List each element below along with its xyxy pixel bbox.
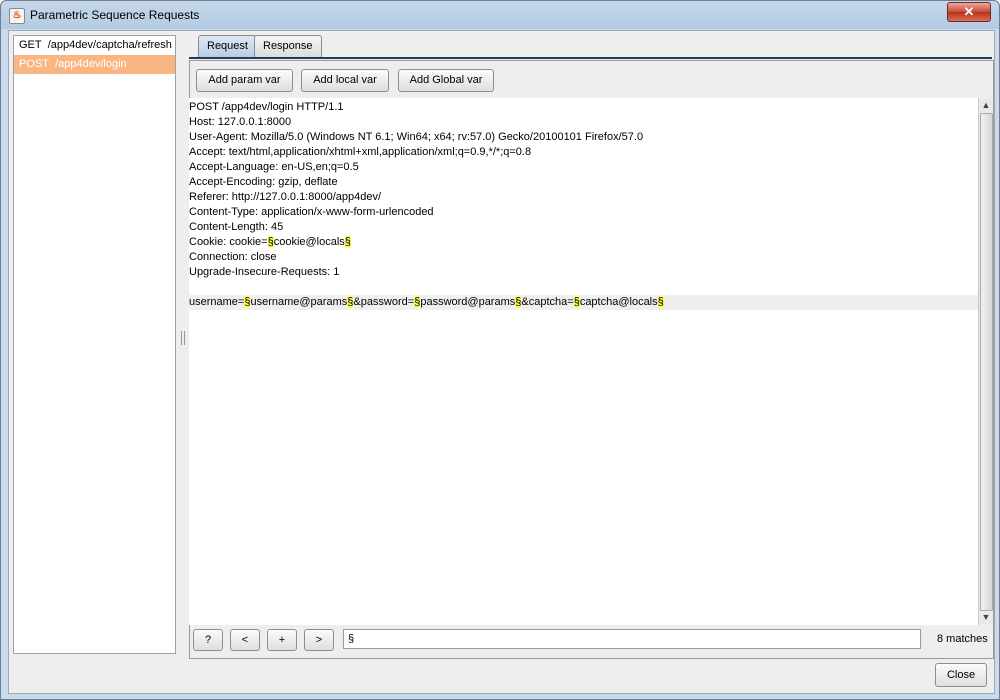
- search-add-button[interactable]: +: [267, 629, 297, 651]
- request-line: Referer: http://127.0.0.1:8000/app4dev/: [189, 191, 382, 203]
- variable-marker: §: [347, 296, 354, 308]
- variable-marker: §: [244, 296, 251, 308]
- request-line: Connection: close: [189, 251, 277, 263]
- tab-response[interactable]: Response: [254, 35, 322, 57]
- add-local-var-button[interactable]: Add local var: [301, 69, 389, 92]
- request-line: username=§username@params§&password=§pas…: [189, 295, 978, 310]
- request-line: Host: 127.0.0.1:8000: [189, 116, 292, 128]
- search-help-button[interactable]: ?: [193, 629, 223, 651]
- variable-marker: §: [515, 296, 522, 308]
- request-list-item[interactable]: GET /app4dev/captcha/refresh: [14, 36, 175, 55]
- request-method: POST: [19, 58, 49, 70]
- match-count: 8 matches: [937, 633, 988, 645]
- request-line: [189, 280, 978, 295]
- search-bar: ? < + > 8 matches: [189, 629, 992, 655]
- vertical-scrollbar[interactable]: ▲ ▼: [978, 98, 993, 625]
- tab-underline: [189, 57, 992, 59]
- scrollbar-thumb[interactable]: [980, 113, 993, 611]
- arrow-up-icon[interactable]: ▲: [979, 98, 993, 112]
- request-line: User-Agent: Mozilla/5.0 (Windows NT 6.1;…: [189, 131, 644, 143]
- dialog-body: GET /app4dev/captcha/refresh POST /app4d…: [8, 30, 995, 694]
- java-cup-icon: ♨: [9, 8, 25, 24]
- window-close-button[interactable]: ✕: [947, 2, 991, 22]
- request-list-item-selected[interactable]: POST /app4dev/login: [14, 55, 175, 74]
- request-line: Content-Type: application/x-www-form-url…: [189, 206, 434, 218]
- request-text-area[interactable]: POST /app4dev/login HTTP/1.1 Host: 127.0.…: [189, 98, 978, 625]
- request-line: Accept-Encoding: gzip, deflate: [189, 176, 338, 188]
- close-button[interactable]: Close: [935, 663, 987, 687]
- request-line: Accept-Language: en-US,en;q=0.5: [189, 161, 359, 173]
- request-path: /app4dev/login: [55, 58, 127, 70]
- search-prev-button[interactable]: <: [230, 629, 260, 651]
- window-title: Parametric Sequence Requests: [30, 8, 200, 22]
- request-line: Accept: text/html,application/xhtml+xml,…: [189, 146, 532, 158]
- tab-request[interactable]: Request: [198, 35, 257, 57]
- variable-marker: §: [344, 236, 351, 248]
- request-method: GET: [19, 39, 42, 51]
- arrow-down-icon[interactable]: ▼: [979, 610, 993, 624]
- add-param-var-button[interactable]: Add param var: [196, 69, 293, 92]
- request-line: Upgrade-Insecure-Requests: 1: [189, 266, 340, 278]
- variable-marker: §: [657, 296, 664, 308]
- dialog-window: ♨ Parametric Sequence Requests ✕ GET /ap…: [0, 0, 1000, 700]
- search-next-button[interactable]: >: [304, 629, 334, 651]
- variable-marker: §: [414, 296, 421, 308]
- request-list: GET /app4dev/captcha/refresh POST /app4d…: [13, 35, 176, 654]
- add-global-var-button[interactable]: Add Global var: [398, 69, 494, 92]
- split-pane-divider[interactable]: [181, 331, 185, 345]
- variable-marker: §: [573, 296, 580, 308]
- search-input[interactable]: [343, 629, 921, 649]
- request-path: /app4dev/captcha/refresh: [47, 39, 172, 51]
- variable-marker: §: [267, 236, 274, 248]
- request-line: Cookie: cookie=§cookie@locals§: [189, 236, 351, 248]
- request-line: POST /app4dev/login HTTP/1.1: [189, 101, 344, 113]
- request-line: Content-Length: 45: [189, 221, 284, 233]
- title-bar[interactable]: ♨ Parametric Sequence Requests ✕: [1, 1, 999, 30]
